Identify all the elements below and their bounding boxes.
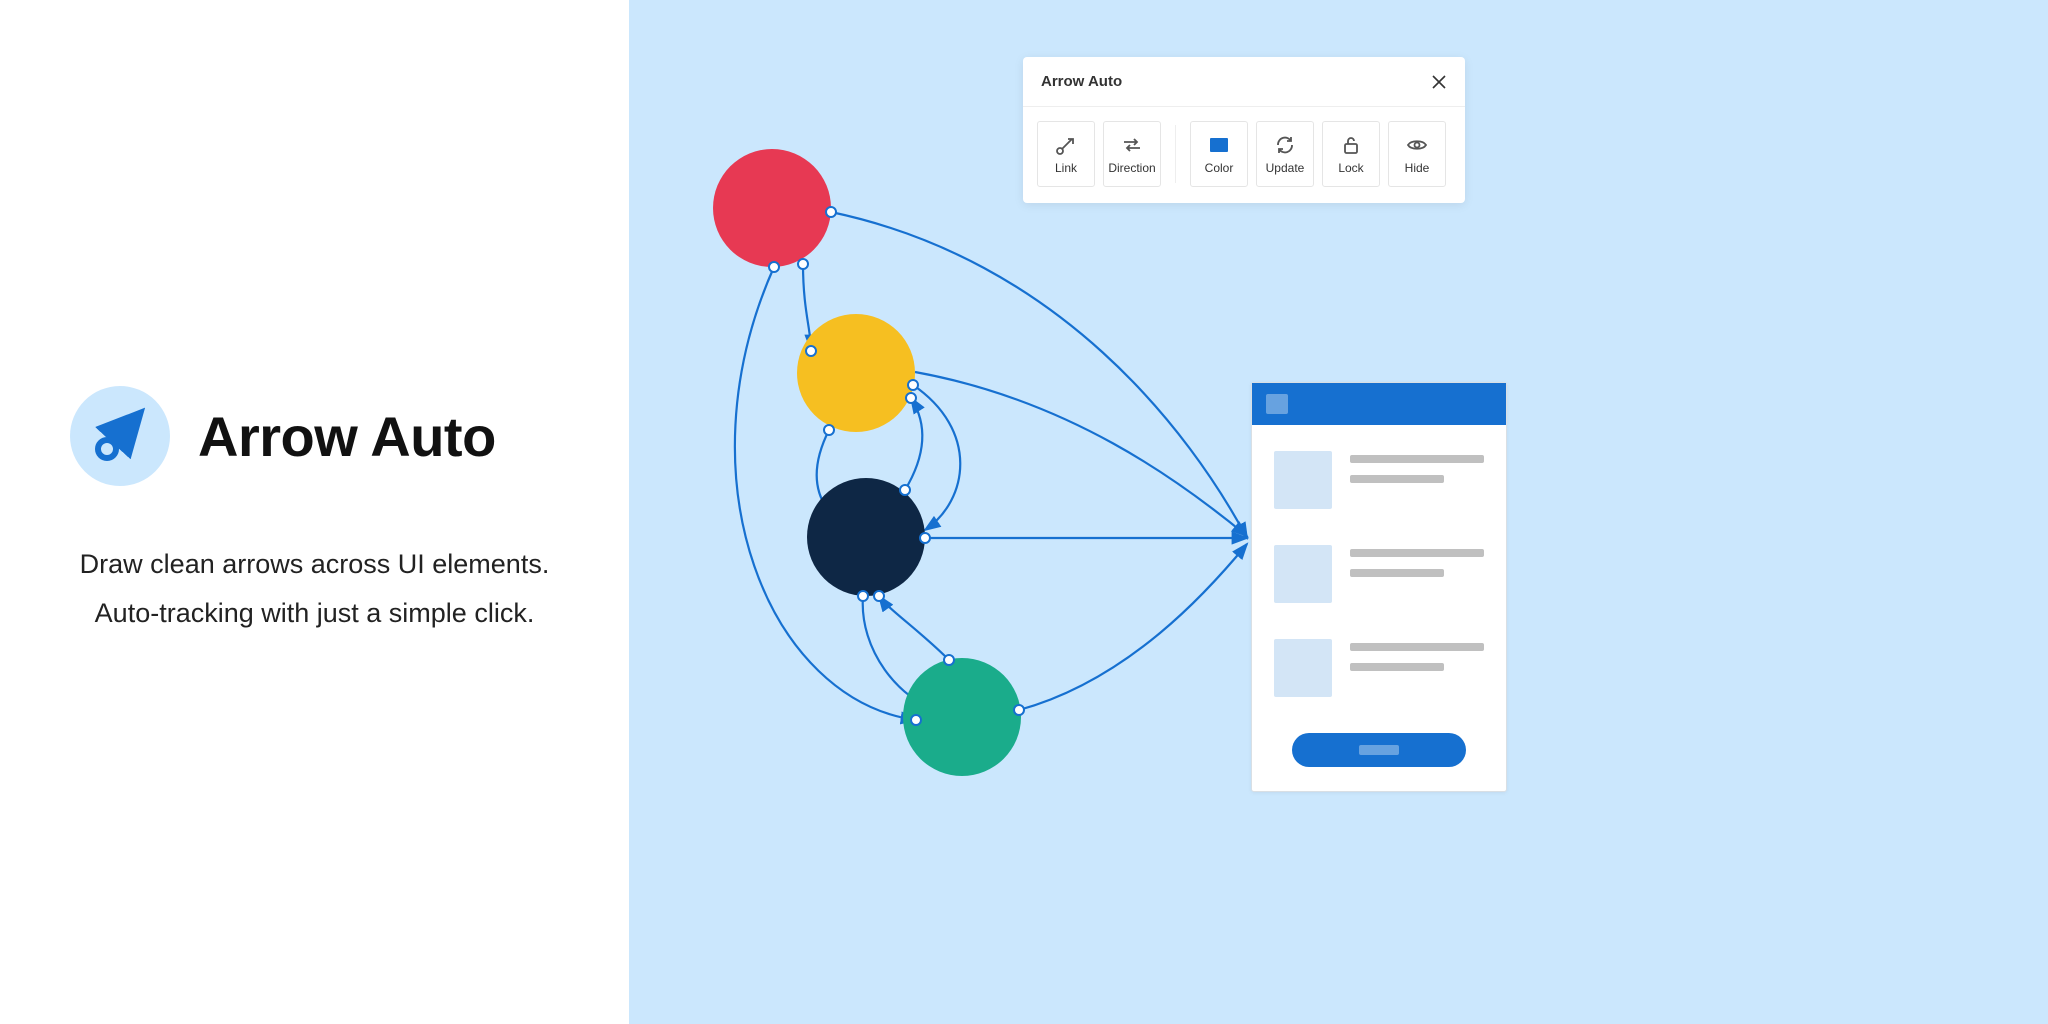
connector-handle[interactable]: [825, 206, 837, 218]
connector-handle[interactable]: [905, 392, 917, 404]
link-button[interactable]: Link: [1037, 121, 1095, 187]
card-header: [1252, 383, 1506, 425]
lock-button[interactable]: Lock: [1322, 121, 1380, 187]
toolbar-body: Link Direction Color Update: [1023, 107, 1465, 203]
tool-label: Color: [1205, 161, 1234, 175]
toolbar-title: Arrow Auto: [1041, 73, 1122, 90]
logo-row: Arrow Auto: [70, 386, 559, 486]
tool-label: Hide: [1405, 161, 1430, 175]
thumbnail: [1274, 639, 1332, 697]
tool-label: Link: [1055, 161, 1077, 175]
placeholder-line: [1350, 663, 1444, 671]
update-button[interactable]: Update: [1256, 121, 1314, 187]
refresh-icon: [1274, 134, 1296, 156]
lock-icon: [1340, 134, 1362, 156]
link-icon: [1055, 134, 1077, 156]
list-item: [1274, 545, 1484, 603]
connector-handle[interactable]: [768, 261, 780, 273]
list-item: [1274, 451, 1484, 509]
placeholder-line: [1350, 643, 1484, 651]
card-cta-button[interactable]: [1292, 733, 1466, 767]
color-button[interactable]: Color: [1190, 121, 1248, 187]
placeholder-line: [1350, 475, 1444, 483]
canvas-panel: Arrow Auto Link Direction: [629, 0, 2048, 1024]
thumbnail: [1274, 545, 1332, 603]
node-navy[interactable]: [807, 478, 925, 596]
connector-handle[interactable]: [805, 345, 817, 357]
list-item: [1274, 639, 1484, 697]
node-yellow[interactable]: [797, 314, 915, 432]
placeholder-line: [1350, 549, 1484, 557]
text-lines: [1350, 545, 1484, 603]
toolbar-header: Arrow Auto: [1023, 57, 1465, 107]
tool-label: Direction: [1108, 161, 1155, 175]
node-red[interactable]: [713, 149, 831, 267]
text-lines: [1350, 639, 1484, 697]
connector-handle[interactable]: [797, 258, 809, 270]
eye-icon: [1406, 134, 1428, 156]
connector-handle[interactable]: [943, 654, 955, 666]
placeholder-line: [1350, 569, 1444, 577]
hero-subtitle-2: Auto-tracking with just a simple click.: [70, 589, 559, 638]
connector-handle[interactable]: [907, 379, 919, 391]
placeholder-line: [1350, 455, 1484, 463]
close-button[interactable]: [1431, 74, 1447, 90]
button-label-placeholder: [1359, 745, 1399, 755]
ui-wireframe-card[interactable]: [1251, 382, 1507, 792]
app-logo: [70, 386, 170, 486]
connector-handle[interactable]: [899, 484, 911, 496]
tool-label: Lock: [1338, 161, 1363, 175]
card-header-icon: [1266, 394, 1288, 414]
hide-button[interactable]: Hide: [1388, 121, 1446, 187]
text-lines: [1350, 451, 1484, 509]
hero-subtitle-1: Draw clean arrows across UI elements.: [70, 540, 559, 589]
hero-title: Arrow Auto: [198, 404, 496, 469]
connector-handle[interactable]: [910, 714, 922, 726]
tool-label: Update: [1266, 161, 1305, 175]
close-icon: [1431, 74, 1447, 90]
connector-handle[interactable]: [857, 590, 869, 602]
connector-handle[interactable]: [919, 532, 931, 544]
color-swatch-icon: [1208, 134, 1230, 156]
card-body: [1252, 425, 1506, 791]
direction-button[interactable]: Direction: [1103, 121, 1161, 187]
connector-handle[interactable]: [1013, 704, 1025, 716]
connector-handle[interactable]: [873, 590, 885, 602]
direction-icon: [1121, 134, 1143, 156]
thumbnail: [1274, 451, 1332, 509]
toolbar-divider: [1175, 125, 1176, 183]
toolbar-panel: Arrow Auto Link Direction: [1023, 57, 1465, 203]
hero-panel: Arrow Auto Draw clean arrows across UI e…: [0, 0, 629, 1024]
arrow-icon: [88, 404, 152, 468]
connector-handle[interactable]: [823, 424, 835, 436]
